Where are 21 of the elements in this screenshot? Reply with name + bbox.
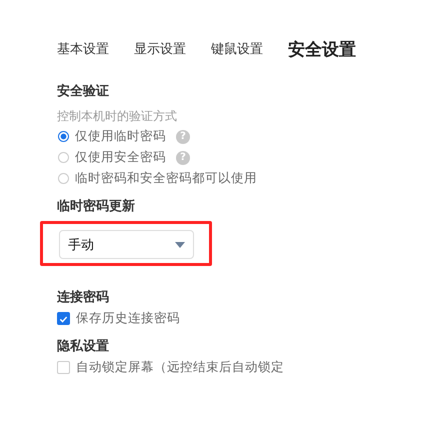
settings-tab[interactable]: 显示设置 [134,40,186,58]
radio-button[interactable] [58,173,69,184]
settings-tab[interactable]: 基本设置 [57,40,109,58]
section-title: 临时密码更新 [57,198,136,216]
dropdown[interactable]: 手动 [59,230,194,259]
settings-tab[interactable]: 键鼠设置 [211,40,263,58]
radio-button[interactable] [58,131,69,142]
caret-icon [175,242,185,248]
option-label: 保存历史连接密码 [76,310,180,327]
section-title: 隐私设置 [57,338,110,356]
checkbox[interactable] [57,361,70,374]
option-label: 临时密码和安全密码都可以使用 [75,170,257,187]
option-label: 自动锁定屏幕（远控结束后自动锁定 [76,359,284,376]
radio-button[interactable] [58,152,69,163]
section-description: 控制本机时的验证方式 [57,108,178,125]
option-label: 仅使用安全密码 [75,149,166,166]
section-title: 连接密码 [57,288,110,307]
checkbox[interactable] [57,312,70,325]
option-label: 仅使用临时密码 [75,128,166,145]
settings-tab[interactable]: 安全设置 [288,38,356,60]
section-title: 安全验证 [57,82,110,101]
